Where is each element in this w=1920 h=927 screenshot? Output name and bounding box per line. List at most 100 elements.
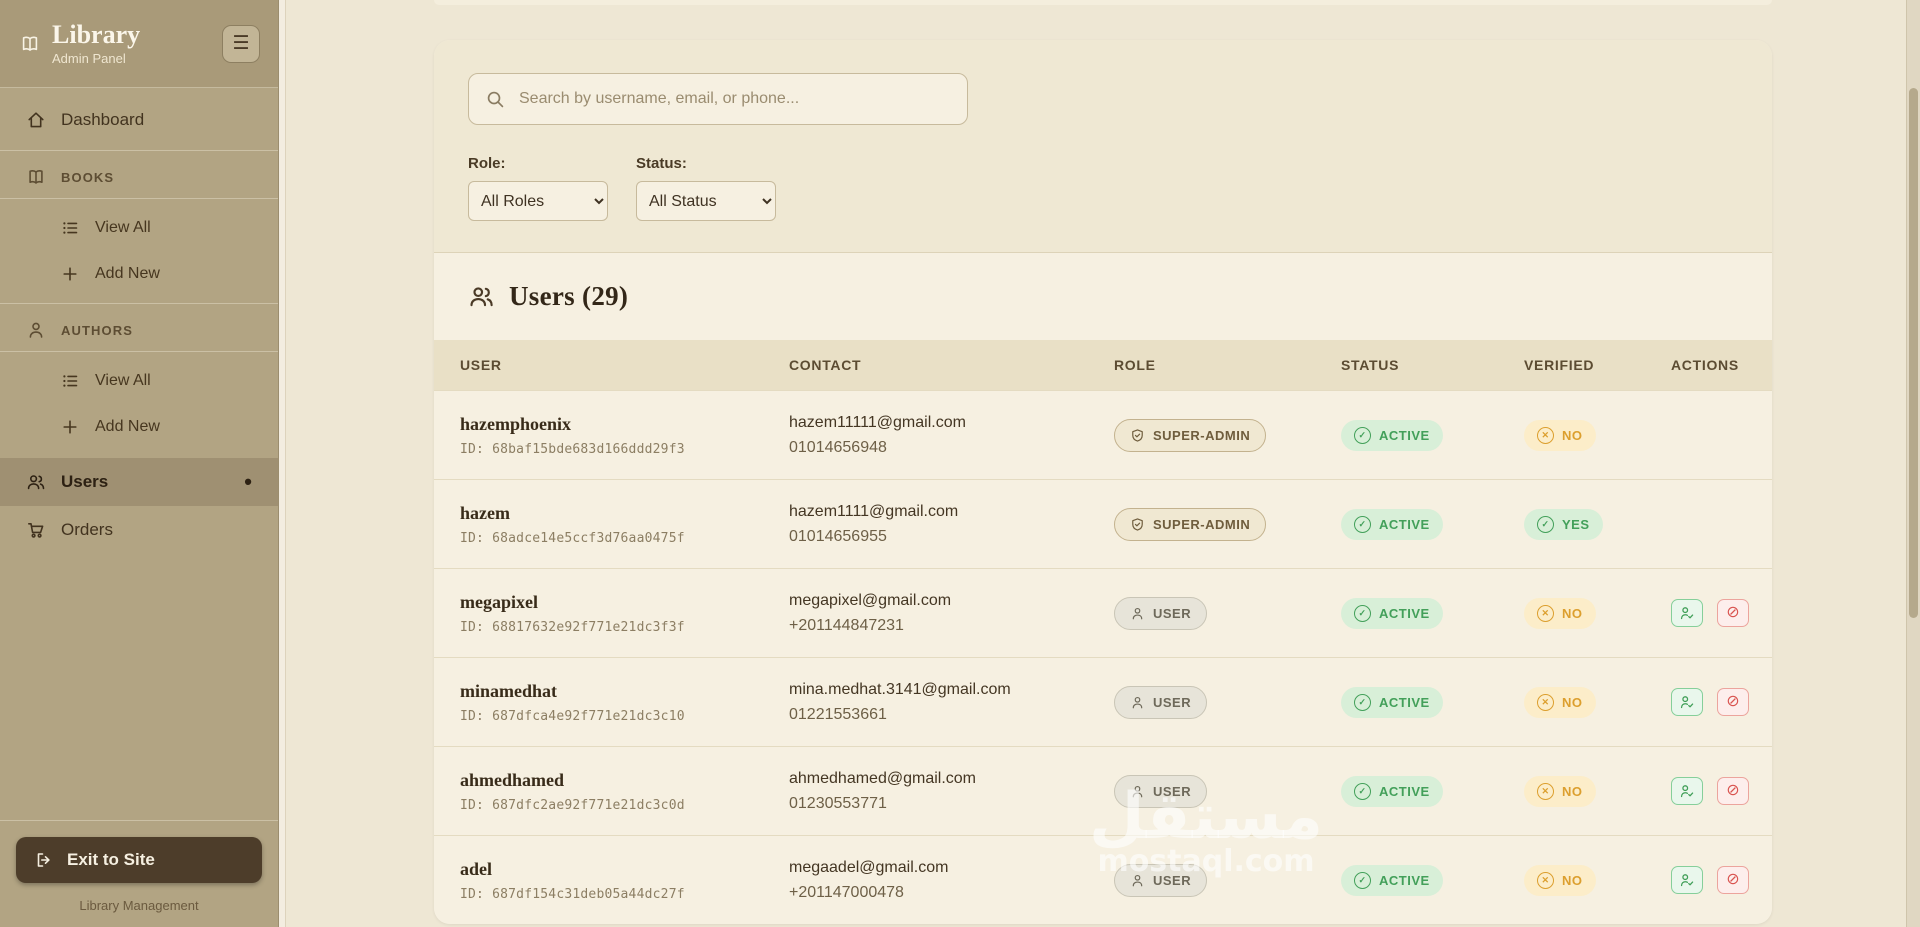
role-cell: USER [1114, 596, 1341, 630]
approve-user-button[interactable] [1671, 866, 1703, 894]
column-header-verified: VERIFIED [1524, 357, 1595, 373]
verified-badge: ✓ ✕ YES [1524, 508, 1603, 540]
approve-user-button[interactable] [1671, 599, 1703, 627]
contact-cell: mina.medhat.3141@gmail.com 01221553661 [789, 681, 1114, 724]
status-filter-select[interactable]: All Status [636, 181, 776, 221]
sidebar-header: Library Admin Panel ☰ [0, 0, 278, 88]
user-phone: +201144847231 [789, 616, 904, 634]
verified-cell: ✓ ✕ NO [1524, 775, 1671, 807]
status-badge: ✓ ACTIVE [1341, 597, 1443, 629]
role-cell: USER [1114, 774, 1341, 808]
user-phone: 01221553661 [789, 705, 887, 723]
status-badge: ✓ ACTIVE [1341, 864, 1443, 896]
page-scrollbar[interactable] [1906, 0, 1920, 927]
main-content: Role: All Roles Status: All Status [286, 0, 1920, 927]
role-badge: SUPER-ADMIN [1114, 507, 1267, 541]
verified-badge: ✓ ✕ NO [1524, 864, 1596, 896]
status-cell: ✓ ACTIVE [1341, 775, 1524, 807]
app-subtitle: Admin Panel [52, 50, 126, 66]
exit-to-site-button[interactable]: Exit to Site [16, 837, 262, 883]
users-icon [468, 283, 495, 310]
user-email: ahmedhamed@gmail.com [789, 769, 976, 787]
shield-check-icon [1130, 428, 1145, 443]
filters-section: Role: All Roles Status: All Status [434, 40, 1772, 253]
role-label: SUPER-ADMIN [1153, 427, 1251, 443]
users-section-header: Users (29) [434, 253, 1772, 340]
sidebar-item-dashboard[interactable]: Dashboard [0, 96, 278, 144]
person-check-icon [1679, 783, 1695, 799]
username: hazem [460, 502, 510, 523]
user-cell: hazemphoenix ID: 68baf15bde683d166ddd29f… [460, 414, 789, 457]
search-input[interactable] [517, 89, 951, 109]
user-phone: 01014656948 [789, 438, 887, 456]
status-badge: ✓ ACTIVE [1341, 686, 1443, 718]
approve-user-button[interactable] [1671, 688, 1703, 716]
person-icon [1130, 606, 1145, 621]
cart-icon [26, 520, 46, 540]
sidebar-scrollbar[interactable] [279, 0, 286, 927]
contact-cell: ahmedhamed@gmail.com 01230553771 [789, 770, 1114, 813]
user-id: ID: 687df154c31deb05a44dc27f [460, 886, 685, 902]
exit-icon [34, 850, 54, 870]
check-circle-icon: ✓ [1354, 515, 1371, 533]
sidebar-footer: Exit to Site Library Management [0, 820, 278, 927]
hamburger-icon: ☰ [232, 33, 250, 54]
sidebar-section-authors: AUTHORS [0, 303, 278, 352]
row-actions: ⊘ [1671, 599, 1772, 627]
role-label: USER [1153, 694, 1192, 710]
sidebar-item-orders[interactable]: Orders [0, 506, 278, 554]
column-header-role: ROLE [1114, 357, 1156, 373]
role-filter-label: Role: [468, 155, 506, 172]
status-cell: ✓ ACTIVE [1341, 686, 1524, 718]
scrollbar-thumb[interactable] [1909, 88, 1918, 618]
block-user-button[interactable]: ⊘ [1717, 866, 1749, 894]
block-user-button[interactable]: ⊘ [1717, 777, 1749, 805]
block-icon: ⊘ [1726, 782, 1740, 799]
contact-cell: megaadel@gmail.com +201147000478 [789, 859, 1114, 902]
user-id: ID: 68baf15bde683d166ddd29f3 [460, 441, 685, 457]
username: minamedhat [460, 680, 558, 701]
app-title: Library [52, 19, 141, 49]
nav-label: View All [95, 372, 151, 389]
row-actions: ⊘ [1671, 777, 1772, 805]
check-circle-icon: ✓ [1354, 782, 1371, 800]
block-user-button[interactable]: ⊘ [1717, 688, 1749, 716]
role-cell: USER [1114, 685, 1341, 719]
table-row: minamedhat ID: 687dfca4e92f771e21dc3c10 … [434, 657, 1772, 746]
sidebar-item-books-view-all[interactable]: View All [0, 205, 278, 251]
role-filter-select[interactable]: All Roles [468, 181, 608, 221]
users-section: Users (29) USER CONTACT ROLE STATUS VERI… [434, 253, 1772, 924]
sidebar-nav: Dashboard BOOKS View All Add New AUTHORS… [0, 88, 278, 554]
table-header-row: USER CONTACT ROLE STATUS VERIFIED ACTION… [434, 340, 1772, 390]
verified-label: NO [1562, 427, 1583, 443]
users-section-title: Users (29) [509, 281, 629, 311]
sidebar-item-books-add-new[interactable]: Add New [0, 251, 278, 297]
sidebar-item-users[interactable]: Users • [0, 458, 278, 506]
sidebar-item-authors-view-all[interactable]: View All [0, 358, 278, 404]
username: hazemphoenix [460, 413, 572, 434]
user-email: megapixel@gmail.com [789, 591, 952, 609]
block-icon: ⊘ [1726, 604, 1740, 621]
status-badge: ✓ ACTIVE [1341, 775, 1443, 807]
users-table-body: hazemphoenix ID: 68baf15bde683d166ddd29f… [434, 390, 1772, 924]
username: ahmedhamed [460, 769, 565, 790]
user-cell: adel ID: 687df154c31deb05a44dc27f [460, 859, 789, 902]
column-header-status: STATUS [1341, 357, 1400, 373]
section-label: BOOKS [61, 169, 115, 185]
role-cell: USER [1114, 863, 1341, 897]
users-icon [26, 472, 46, 492]
user-cell: megapixel ID: 68817632e92f771e21dc3f3f [460, 592, 789, 635]
sidebar-item-authors-add-new[interactable]: Add New [0, 404, 278, 450]
approve-user-button[interactable] [1671, 777, 1703, 805]
sidebar-toggle-button[interactable]: ☰ [222, 24, 260, 63]
person-icon [1130, 784, 1145, 799]
user-cell: hazem ID: 68adce14e5ccf3d76aa0475f [460, 503, 789, 546]
sidebar: Library Admin Panel ☰ Dashboard BOOKS Vi… [0, 0, 279, 927]
sidebar-section-books: BOOKS [0, 150, 278, 199]
verified-label: NO [1562, 783, 1583, 799]
person-check-icon [1679, 694, 1695, 710]
verified-badge: ✓ ✕ NO [1524, 686, 1596, 718]
block-user-button[interactable]: ⊘ [1717, 599, 1749, 627]
table-row: adel ID: 687df154c31deb05a44dc27f megaad… [434, 835, 1772, 924]
nav-label: Add New [95, 265, 160, 282]
